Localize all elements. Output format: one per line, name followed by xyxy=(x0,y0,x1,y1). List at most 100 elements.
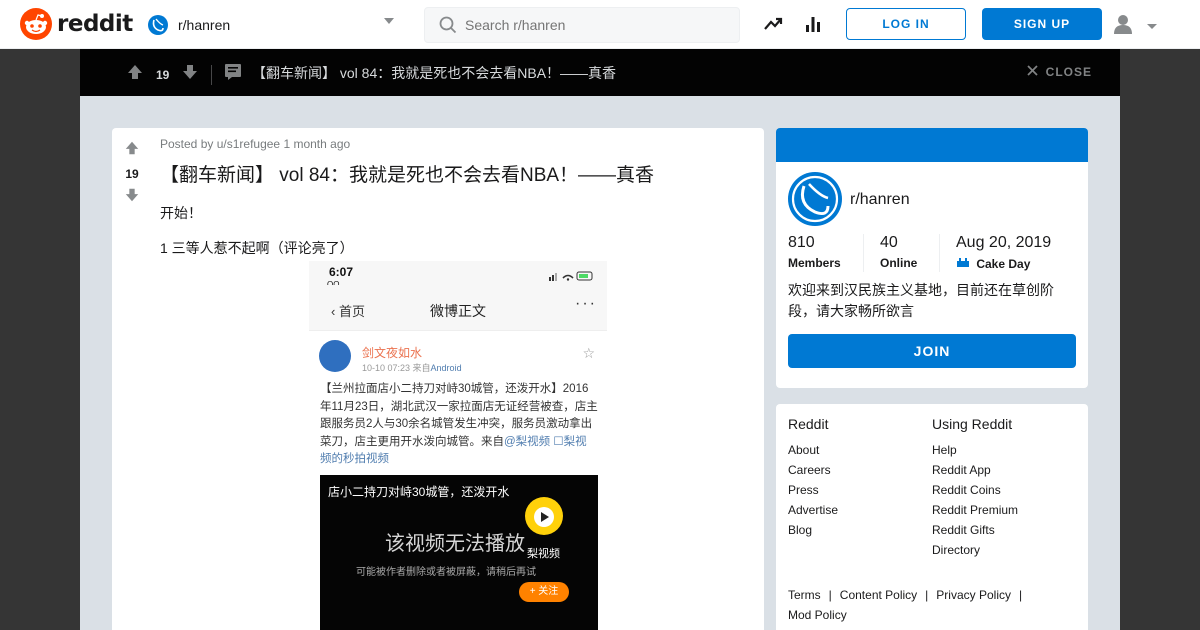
reddit-wordmark: reddit xyxy=(57,11,133,37)
footer-links-card: Reddit About Careers Press Advertise Blo… xyxy=(776,404,1088,630)
link-blog[interactable]: Blog xyxy=(788,520,838,540)
phone-nav-title: 微博正文 xyxy=(430,303,486,319)
post-card: 19 Posted by u/s1refugee 1 month ago 【翻车… xyxy=(112,128,764,630)
popular-trending-icon[interactable] xyxy=(763,14,783,39)
follow-badge: + 关注 xyxy=(519,582,569,602)
weibo-avatar xyxy=(319,340,351,372)
link-reddit-premium[interactable]: Reddit Premium xyxy=(932,500,1018,520)
phone-nav-bar: ‹ 首页 微博正文 ··· xyxy=(309,285,607,331)
cake-day-date: Aug 20, 2019 xyxy=(956,234,1052,251)
close-button[interactable]: CLOSE xyxy=(1027,65,1092,79)
reddit-logo[interactable]: reddit xyxy=(20,8,133,40)
top-bar-score: 19 xyxy=(156,67,170,82)
community-description: 欢迎来到汉民族主义基地，目前还在草创阶段，请大家畅所欲言 xyxy=(788,282,1054,319)
link-mod-policy[interactable]: Mod Policy xyxy=(788,608,847,622)
online-stat: 40 Online xyxy=(880,234,917,270)
weibo-username: 剑文夜如水 xyxy=(362,346,423,360)
video-brand: 梨视频 xyxy=(527,548,560,560)
link-about[interactable]: About xyxy=(788,440,838,460)
subreddit-dropdown[interactable]: r/hanren xyxy=(148,12,400,38)
search-box[interactable] xyxy=(424,7,740,43)
link-directory[interactable]: Directory xyxy=(932,540,1018,560)
comments-icon xyxy=(224,63,242,86)
pear-video-logo-icon xyxy=(525,497,563,535)
upvote-icon[interactable] xyxy=(126,63,144,86)
members-label: Members xyxy=(788,256,841,270)
community-icon xyxy=(788,172,842,226)
online-label: Online xyxy=(880,256,918,270)
link-press[interactable]: Press xyxy=(788,480,838,500)
link-advertise[interactable]: Advertise xyxy=(788,500,838,520)
downvote-icon[interactable] xyxy=(181,63,199,86)
battery-icon xyxy=(549,268,595,286)
post-time[interactable]: 1 month ago xyxy=(283,137,350,151)
link-reddit-coins[interactable]: Reddit Coins xyxy=(932,480,1018,500)
subreddit-icon xyxy=(148,15,168,35)
subreddit-name: r/hanren xyxy=(178,17,231,33)
community-name: r/hanren xyxy=(850,191,910,208)
post-paragraph: 1 三等人惹不起啊（评论亮了） xyxy=(160,240,354,256)
column-title: Reddit xyxy=(788,416,829,432)
top-bar-vote: 19 xyxy=(126,63,242,86)
author-link[interactable]: u/s1refugee xyxy=(217,137,280,151)
weibo-date: 10-10 07:23 来自Android xyxy=(362,363,462,373)
community-card: r/hanren 810 Members 40 Online Aug 20, 2… xyxy=(776,128,1088,388)
divider xyxy=(211,64,213,85)
post-paragraph: 开始！ xyxy=(160,205,202,221)
community-banner xyxy=(776,128,1088,162)
column-title: Using Reddit xyxy=(932,416,1013,432)
link-content-policy[interactable]: Content Policy xyxy=(840,588,917,602)
video-unavailable-sub: 可能被作者删除或者被屏蔽，请稍后再试 xyxy=(356,567,536,578)
user-dropdown[interactable] xyxy=(1112,14,1158,39)
divider xyxy=(939,234,940,272)
cake-day-stat: Aug 20, 2019 Cake Day xyxy=(956,234,1051,271)
join-button[interactable]: JOIN xyxy=(788,334,1076,368)
link-terms[interactable]: Terms xyxy=(788,588,821,602)
vote-column: 19 xyxy=(122,140,142,208)
cake-icon xyxy=(956,257,970,271)
link-privacy-policy[interactable]: Privacy Policy xyxy=(936,588,1011,602)
phone-status-bar: 6:07 QQ xyxy=(309,261,607,289)
close-label: CLOSE xyxy=(1045,65,1092,79)
link-careers[interactable]: Careers xyxy=(788,460,838,480)
using-reddit-column: Using Reddit Help Reddit App Reddit Coin… xyxy=(932,416,1018,560)
reddit-links-column: Reddit About Careers Press Advertise Blo… xyxy=(788,416,838,540)
phone-time: 6:07 xyxy=(329,265,354,279)
divider xyxy=(863,234,864,272)
reddit-snoo-icon xyxy=(20,8,52,40)
log-in-button[interactable]: LOG IN xyxy=(846,8,966,40)
weibo-body: 【兰州拉面店小二持刀对峙30城管，还泼开水】2016年11月23日，湖北武汉一家… xyxy=(320,383,598,465)
close-icon xyxy=(1027,65,1038,79)
post-title: 【翻车新闻】 vol 84：我就是死也不会去看NBA！——真香 xyxy=(160,165,655,186)
cake-day-label: Cake Day xyxy=(976,257,1031,271)
community-stats: 810 Members 40 Online Aug 20, 2019 Cake … xyxy=(788,234,1076,274)
chevron-down-icon xyxy=(384,18,394,24)
members-count: 810 xyxy=(788,234,815,251)
downvote-icon[interactable] xyxy=(124,187,140,208)
video-caption: 店小二持刀对峙30城管，还泼开水 xyxy=(328,485,510,499)
posted-by-label: Posted by xyxy=(160,137,214,151)
members-stat: 810 Members xyxy=(788,234,841,270)
more-icon: ··· xyxy=(575,295,597,312)
user-avatar-icon xyxy=(1112,14,1134,39)
legal-links: Terms | Content Policy | Privacy Policy | Mod … xyxy=(788,588,1023,622)
video-unavailable-text: 该视频无法播放 xyxy=(385,533,525,555)
cake-day-row: Cake Day xyxy=(956,256,1051,271)
link-reddit-gifts[interactable]: Reddit Gifts xyxy=(932,520,1018,540)
link-help[interactable]: Help xyxy=(932,440,1018,460)
video-placeholder: 店小二持刀对峙30城管，还泼开水 该视频无法播放 可能被作者删除或者被屏蔽，请稍… xyxy=(320,475,598,630)
top-header: reddit r/hanren LOG IN SIGN UP xyxy=(0,0,1200,49)
post-image[interactable]: 6:07 QQ ‹ 首页 微博正文 ··· 剑文夜如水 10-10 07:23 … xyxy=(309,261,607,630)
search-icon xyxy=(439,16,457,39)
top-bar-title: 【翻车新闻】 vol 84：我就是死也不会去看NBA！——真香 xyxy=(252,65,617,81)
star-icon: ☆ xyxy=(582,345,595,361)
post-score: 19 xyxy=(125,167,139,181)
post-top-bar: 19 【翻车新闻】 vol 84：我就是死也不会去看NBA！——真香 CLOSE xyxy=(80,49,1120,96)
link-reddit-app[interactable]: Reddit App xyxy=(932,460,1018,480)
upvote-icon[interactable] xyxy=(124,140,140,161)
online-count: 40 xyxy=(880,234,898,251)
sign-up-button[interactable]: SIGN UP xyxy=(982,8,1102,40)
search-input[interactable] xyxy=(465,17,725,33)
post-meta: Posted by u/s1refugee 1 month ago xyxy=(160,137,350,151)
all-stats-icon[interactable] xyxy=(803,14,823,39)
